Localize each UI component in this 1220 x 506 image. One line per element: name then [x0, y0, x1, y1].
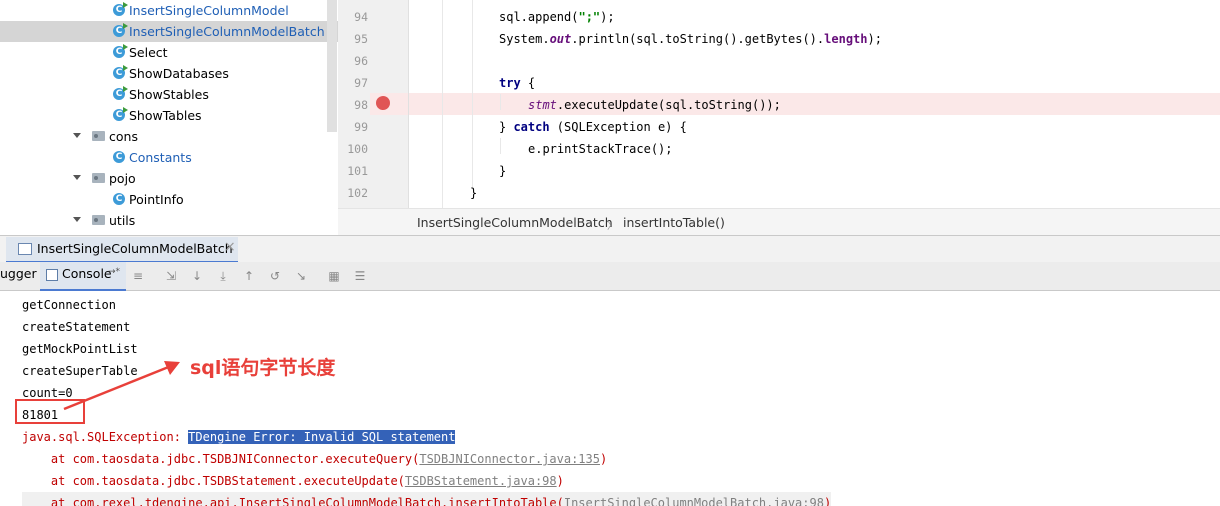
package-icon: [92, 173, 105, 183]
run-toolbar: [0, 262, 1220, 291]
tree-item-label: Constants: [129, 150, 192, 165]
selected-error-text[interactable]: TDengine Error: Invalid SQL statement: [188, 430, 456, 444]
drop-frame-icon[interactable]: ↺: [268, 269, 282, 283]
indent-guide: [472, 0, 473, 190]
class-icon: C: [113, 193, 125, 205]
tree-item-label: Select: [129, 45, 168, 60]
exception-line: java.sql.SQLException: TDengine Error: I…: [22, 430, 456, 444]
line-number: 95: [354, 32, 368, 46]
class-icon: C: [113, 107, 128, 121]
tab-run-config-label: InsertSingleColumnModelBatch: [37, 241, 233, 256]
package-icon: [92, 131, 105, 141]
tree-item-label: ShowStables: [129, 87, 209, 102]
tree-class-Select[interactable]: C Select: [0, 42, 338, 63]
tab-console[interactable]: Console →*: [40, 262, 126, 291]
step-out-icon[interactable]: ↑: [242, 269, 256, 283]
tree-item-label: InsertSingleColumnModelBatch: [129, 24, 325, 39]
run-window-icon: [18, 243, 32, 255]
tree-scrollbar[interactable]: [327, 0, 337, 132]
console-line: createStatement: [22, 320, 131, 334]
line-number: 98: [354, 98, 368, 112]
tree-package-cons[interactable]: cons: [0, 126, 338, 147]
tree-item-label: PointInfo: [129, 192, 184, 207]
tree-package-pojo[interactable]: pojo: [0, 168, 338, 189]
restore-layout-icon[interactable]: →*: [108, 267, 120, 277]
tree-class-PointInfo[interactable]: C PointInfo: [0, 189, 338, 210]
tab-run-config[interactable]: InsertSingleColumnModelBatch ×: [6, 237, 238, 263]
annotation-arrow: [63, 361, 180, 411]
tree-item-label: pojo: [109, 171, 136, 186]
indent-guide: [500, 138, 501, 154]
chevron-down-icon[interactable]: [73, 175, 81, 180]
tree-class-ShowTables[interactable]: C ShowTables: [0, 105, 338, 126]
project-tree: C InsertSingleColumnModel C InsertSingleCol…: [0, 0, 338, 234]
class-icon: C: [113, 86, 128, 100]
breadcrumb-separator: 〉: [607, 221, 617, 232]
code-line-98: stmt.executeUpdate(sql.toString());: [528, 98, 781, 112]
code-line-94: sql.append(";");: [499, 10, 615, 24]
tree-class-ShowStables[interactable]: C ShowStables: [0, 84, 338, 105]
tab-debugger[interactable]: ugger: [0, 266, 37, 281]
class-icon: C: [113, 151, 125, 163]
show-execution-point-icon[interactable]: ⇲: [164, 269, 178, 283]
trace-icon[interactable]: ☰: [353, 269, 367, 283]
tree-class-InsertSingleColumnModel[interactable]: C InsertSingleColumnModel: [0, 0, 338, 21]
tree-item-label: ShowTables: [129, 108, 202, 123]
evaluate-icon[interactable]: ▦: [327, 269, 341, 283]
source-link[interactable]: InsertSingleColumnModelBatch.java:98: [564, 496, 824, 506]
code-line-99: } catch (SQLException e) {: [499, 120, 687, 134]
indent-guide: [442, 0, 443, 208]
tree-item-label: utils: [109, 213, 136, 228]
source-link[interactable]: TSDBStatement.java:98: [405, 474, 557, 488]
line-number: 97: [354, 76, 368, 90]
chevron-down-icon[interactable]: [73, 217, 81, 222]
tree-item-label: cons: [109, 129, 138, 144]
code-line-101: }: [499, 164, 507, 178]
code-line-95: System.out.println(sql.toString().getByt…: [499, 32, 882, 46]
code-line-97: try {: [499, 76, 536, 90]
line-number: 100: [347, 142, 368, 156]
stack-trace-line: at com.taosdata.jdbc.TSDBStatement.execu…: [22, 474, 564, 488]
console-icon: [46, 269, 58, 281]
line-number: 94: [354, 10, 368, 24]
menu-icon[interactable]: ≡: [131, 269, 145, 283]
step-into-icon[interactable]: ⤓: [216, 269, 230, 283]
line-number: 101: [347, 164, 368, 178]
run-to-cursor-icon[interactable]: ↘: [294, 269, 308, 283]
breadcrumb-class[interactable]: InsertSingleColumnModelBatch: [417, 215, 613, 230]
class-icon: C: [113, 65, 128, 79]
indent-guide: [500, 94, 501, 110]
breakpoint-icon[interactable]: [376, 96, 390, 110]
code-line-100: e.printStackTrace();: [528, 142, 673, 156]
stack-trace-line: at com.taosdata.jdbc.TSDBJNIConnector.ex…: [22, 452, 608, 466]
tree-item-label: ShowDatabases: [129, 66, 229, 81]
source-link[interactable]: TSDBJNIConnector.java:135: [419, 452, 600, 466]
line-number: 96: [354, 54, 368, 68]
close-icon[interactable]: ×: [224, 239, 236, 255]
tree-class-ShowDatabases[interactable]: C ShowDatabases: [0, 63, 338, 84]
breadcrumb-method[interactable]: insertIntoTable(): [623, 215, 725, 230]
package-icon: [92, 215, 105, 225]
chevron-down-icon[interactable]: [73, 133, 81, 138]
tree-class-InsertSingleColumnModelBatch[interactable]: C InsertSingleColumnModelBatch: [0, 21, 338, 42]
class-icon: C: [113, 2, 128, 16]
code-line-102: }: [470, 186, 478, 200]
class-icon: C: [113, 23, 128, 37]
console-line: getConnection: [22, 298, 116, 312]
line-number: 99: [354, 120, 368, 134]
tab-console-label: Console: [62, 266, 112, 281]
tree-package-utils[interactable]: utils: [0, 210, 338, 231]
step-over-icon[interactable]: ↓: [190, 269, 204, 283]
tree-item-label: InsertSingleColumnModel: [129, 3, 289, 18]
annotation-label: sql语句字节长度: [190, 357, 336, 379]
line-number: 102: [347, 186, 368, 200]
tree-class-Constants[interactable]: C Constants: [0, 147, 338, 168]
class-icon: C: [113, 44, 128, 58]
stack-trace-line: at com.rexel.tdengine.api.InsertSingleCo…: [22, 492, 832, 506]
